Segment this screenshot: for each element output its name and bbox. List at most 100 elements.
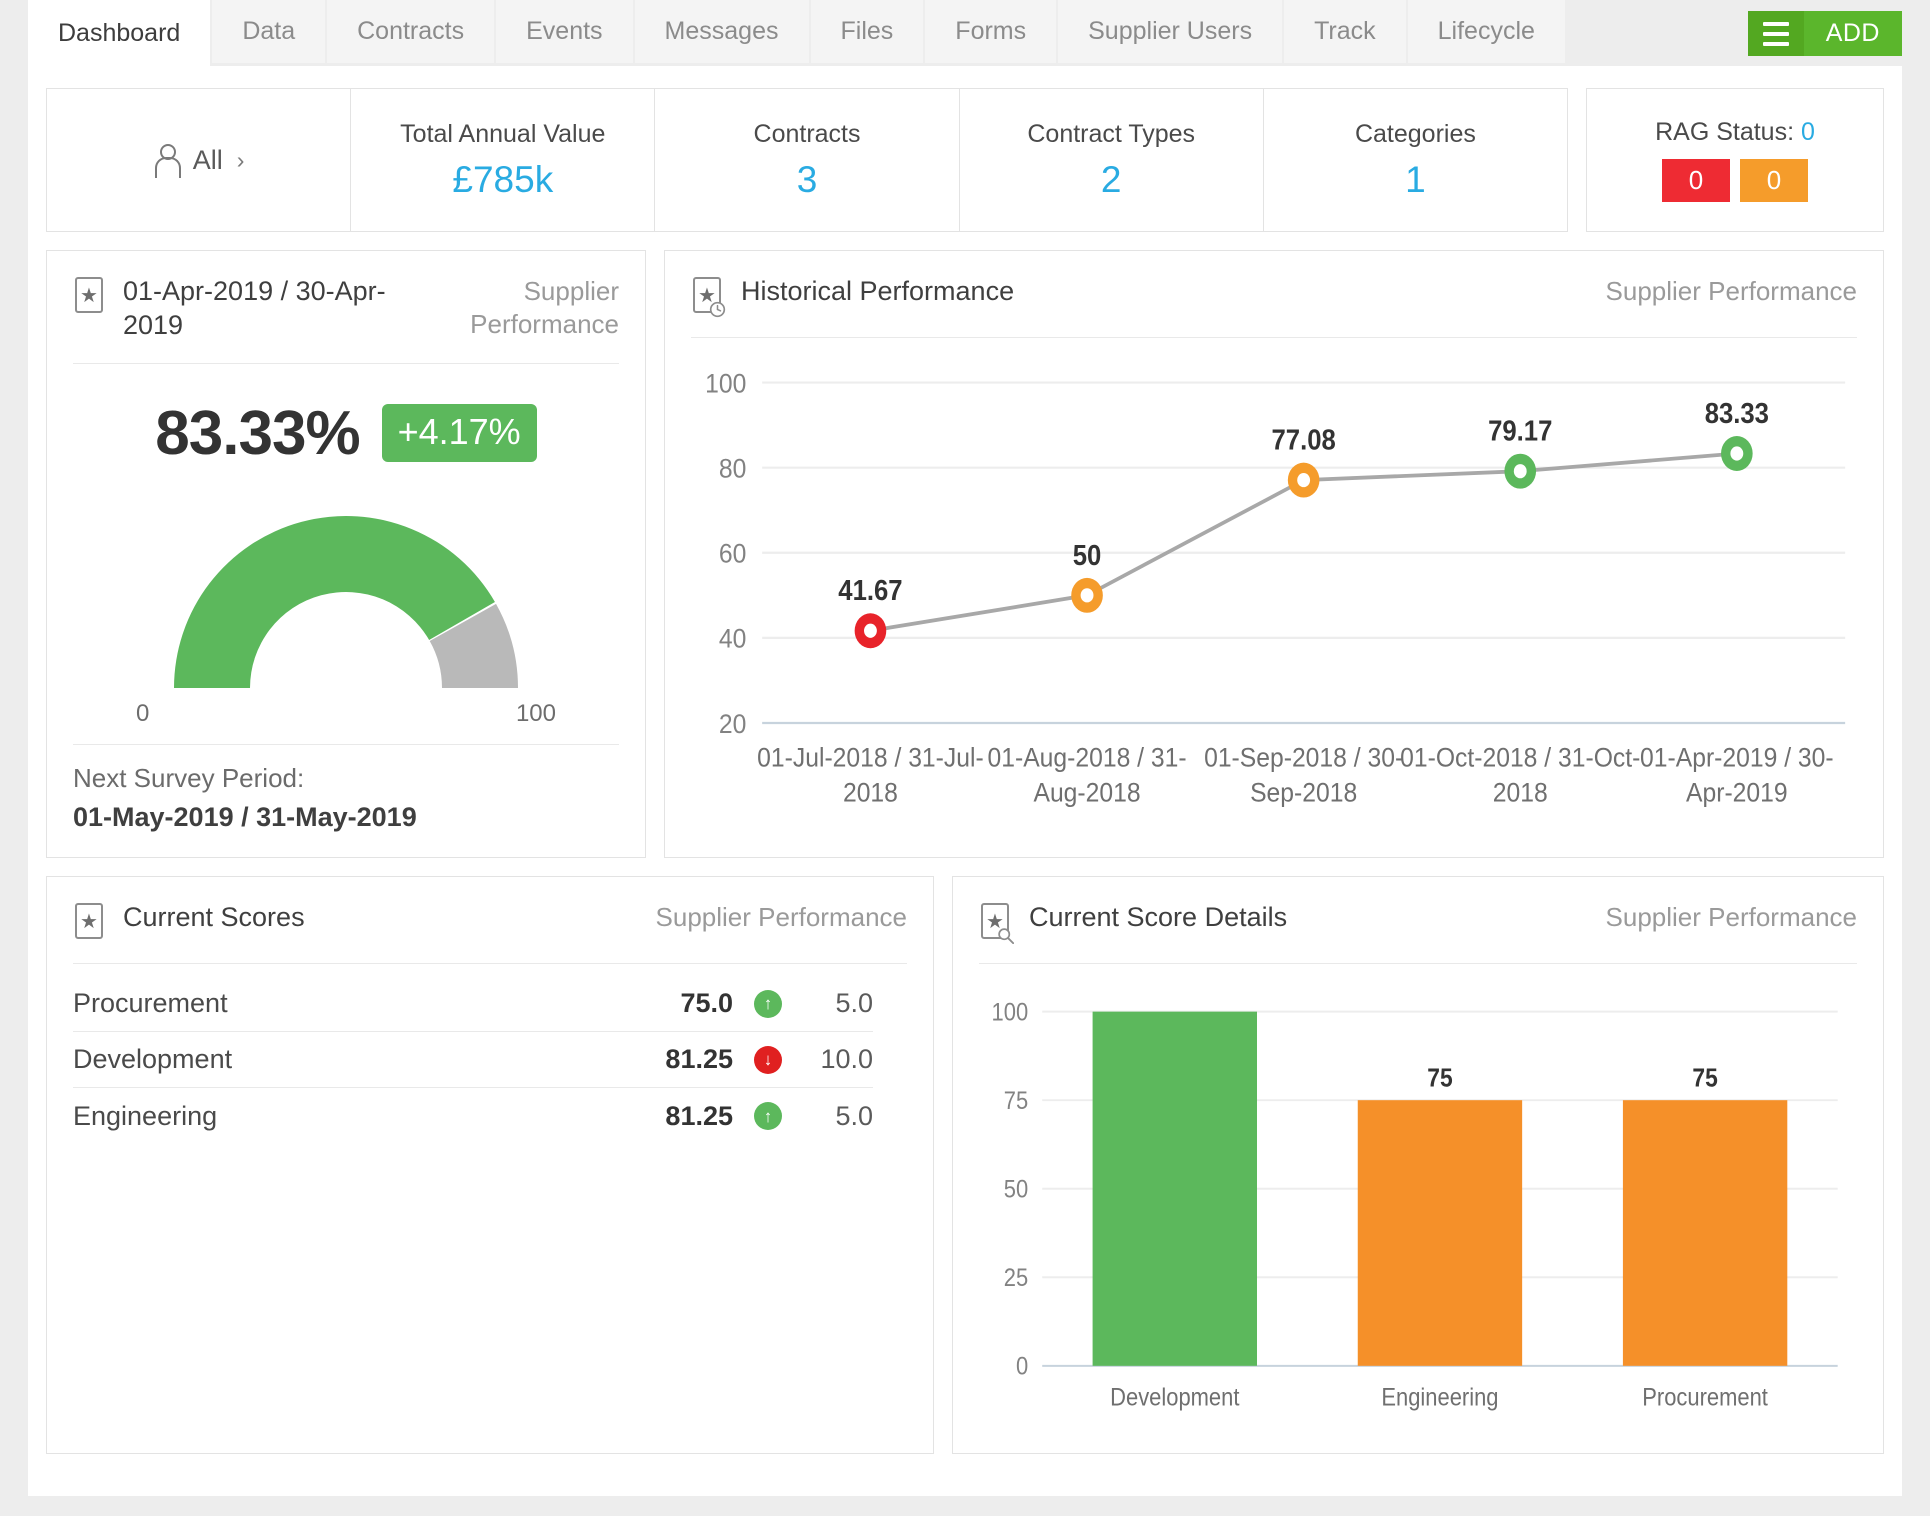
tab-files[interactable]: Files <box>810 0 924 63</box>
table-row[interactable]: Engineering 81.25 ↑ 5.0 <box>73 1088 873 1144</box>
kpi-total-annual-value: Total Annual Value £785k <box>351 89 656 231</box>
current-score-details-card: ★ Current Score Details Supplier Perform… <box>952 876 1884 1454</box>
rag-label-count: 0 <box>1800 118 1815 146</box>
kpi-value: 3 <box>796 158 818 200</box>
clock-icon <box>709 301 726 318</box>
bottom-row: ★ Current Scores Supplier Performance Pr… <box>46 876 1884 1454</box>
middle-row: ★ 01-Apr-2019 / 30-Apr-2019 Supplier Per… <box>46 250 1884 858</box>
data-point-label: 79.17 <box>1488 415 1552 446</box>
gauge-scale: 0 100 <box>136 700 556 728</box>
card-header-left: ★ Current Score Details <box>979 901 1288 944</box>
score-change: 5.0 <box>835 1100 873 1131</box>
score-change: 10.0 <box>820 1044 873 1074</box>
card-header: ★ Historical Performance Supplier Perfor… <box>691 275 1857 318</box>
kpi-label: Contracts <box>753 119 861 148</box>
x-axis-tick-label: Aug-2018 <box>1033 776 1140 807</box>
score-value: 75.0 <box>680 988 733 1018</box>
supplier-filter-label: All <box>192 144 223 175</box>
rag-status-label: RAG Status: 0 <box>1655 118 1815 147</box>
tab-events[interactable]: Events <box>496 0 633 63</box>
data-point-label: 50 <box>1073 540 1102 571</box>
table-row[interactable]: Development 81.25 ↓ 10.0 <box>73 1032 873 1088</box>
kpi-row: All › Total Annual Value £785k Contracts… <box>46 88 1884 232</box>
add-button[interactable]: ADD <box>1747 11 1902 56</box>
kpi-label: Contract Types <box>1027 119 1196 148</box>
score-trend: ↓ <box>733 1045 803 1074</box>
kpi-label: Categories <box>1354 119 1476 148</box>
score-name: Development <box>73 1044 233 1074</box>
bar-value-label: 75 <box>1692 1064 1717 1093</box>
x-axis-tick-label: Procurement <box>1642 1383 1768 1411</box>
gauge-svg <box>174 515 518 688</box>
table-row[interactable]: Procurement 75.0 ↑ 5.0 <box>73 976 873 1032</box>
data-point-label: 83.33 <box>1705 398 1769 429</box>
chevron-right-icon: › <box>236 146 245 173</box>
card-header-left: ★ Historical Performance <box>691 275 1015 318</box>
star-document-icon: ★ <box>73 277 107 317</box>
content-area: All › Total Annual Value £785k Contracts… <box>28 66 1902 1496</box>
arrow-down-icon: ↓ <box>754 1045 782 1074</box>
card-subtitle: Supplier Performance <box>1605 902 1857 932</box>
tab-list: Dashboard Data Contracts Events Messages File… <box>28 0 1567 66</box>
dashboard-page: Dashboard Data Contracts Events Messages File… <box>0 0 1930 1516</box>
next-survey-label: Next Survey Period: <box>73 763 305 793</box>
score-value: 81.25 <box>665 1100 733 1131</box>
bar <box>1092 1011 1257 1366</box>
card-header-left: ★ 01-Apr-2019 / 30-Apr-2019 <box>73 275 389 343</box>
hamburger-line <box>1762 21 1789 26</box>
divider <box>691 337 1857 338</box>
tab-messages[interactable]: Messages <box>634 0 809 63</box>
gauge-tick-max: 100 <box>515 699 556 727</box>
kpi-contracts: Contracts 3 <box>655 89 960 231</box>
card-header-left: ★ Current Scores <box>73 901 305 943</box>
tab-contracts[interactable]: Contracts <box>327 0 495 63</box>
hamburger-icon[interactable] <box>1747 11 1804 56</box>
arrow-up-icon: ↑ <box>754 989 782 1018</box>
y-axis-tick-label: 20 <box>719 708 746 739</box>
divider <box>73 963 907 964</box>
tab-data[interactable]: Data <box>212 0 326 63</box>
tab-lifecycle[interactable]: Lifecycle <box>1407 0 1565 63</box>
data-point-label: 77.08 <box>1272 424 1336 455</box>
rag-chip-group: 0 0 <box>1662 159 1808 202</box>
x-axis-tick-label: 01-Jul-2018 / 31-Jul- <box>757 741 984 772</box>
tab-forms[interactable]: Forms <box>925 0 1057 63</box>
card-title: 01-Apr-2019 / 30-Apr-2019 <box>123 276 386 340</box>
kpi-value: £785k <box>452 158 554 200</box>
current-score-details-chart: 0 25 50 75 100 Development 75 Engineering 75 Proc… <box>979 978 1857 1443</box>
data-point-marker-center <box>1730 446 1744 461</box>
data-point-marker-center <box>1080 588 1094 603</box>
historical-performance-chart: 20 40 60 80 100 41.67 50 77.08 79.17 83.33 01-Jul-… <box>691 352 1857 843</box>
x-axis-tick-label: Apr-2019 <box>1686 776 1788 807</box>
tab-supplier-users[interactable]: Supplier Users <box>1058 0 1283 63</box>
score-change: 5.0 <box>835 988 873 1018</box>
add-button-label[interactable]: ADD <box>1803 11 1902 56</box>
hamburger-line <box>1762 41 1789 46</box>
divider <box>73 362 619 364</box>
tab-track[interactable]: Track <box>1284 0 1406 63</box>
rag-chip-amber[interactable]: 0 <box>1740 159 1808 202</box>
y-axis-tick-label: 80 <box>719 452 746 483</box>
y-axis-tick-label: 25 <box>1004 1264 1028 1292</box>
data-point-marker-center <box>1513 464 1527 479</box>
card-title: Historical Performance <box>741 276 1015 306</box>
kpi-value: 1 <box>1405 158 1426 200</box>
arrow-up-icon: ↑ <box>754 1102 782 1130</box>
rag-label-text: RAG Status: <box>1655 118 1801 146</box>
y-axis-tick-label: 100 <box>992 998 1029 1026</box>
score-name: Procurement <box>73 988 228 1018</box>
card-title: Current Score Details <box>1029 902 1288 932</box>
next-survey-value: 01-May-2019 / 31-May-2019 <box>73 802 417 832</box>
x-axis-tick-label: 01-Aug-2018 / 31- <box>988 741 1187 772</box>
score-name: Engineering <box>73 1100 218 1131</box>
card-header: ★ 01-Apr-2019 / 30-Apr-2019 Supplier Per… <box>73 275 619 343</box>
y-axis-tick-label: 60 <box>719 537 746 568</box>
card-header: ★ Current Scores Supplier Performance <box>73 901 907 943</box>
supplier-filter[interactable]: All › <box>47 89 352 231</box>
tab-dashboard[interactable]: Dashboard <box>28 0 211 66</box>
bar-value-label: 75 <box>1427 1064 1452 1093</box>
line-chart-svg: 20 40 60 80 100 41.67 50 77.08 79.17 83.33 01-Jul-… <box>705 367 1846 808</box>
y-axis-tick-label: 40 <box>719 623 746 654</box>
rag-chip-red[interactable]: 0 <box>1662 159 1730 202</box>
x-axis-tick-label: 01-Oct-2018 / 31-Oct- <box>1400 741 1640 772</box>
